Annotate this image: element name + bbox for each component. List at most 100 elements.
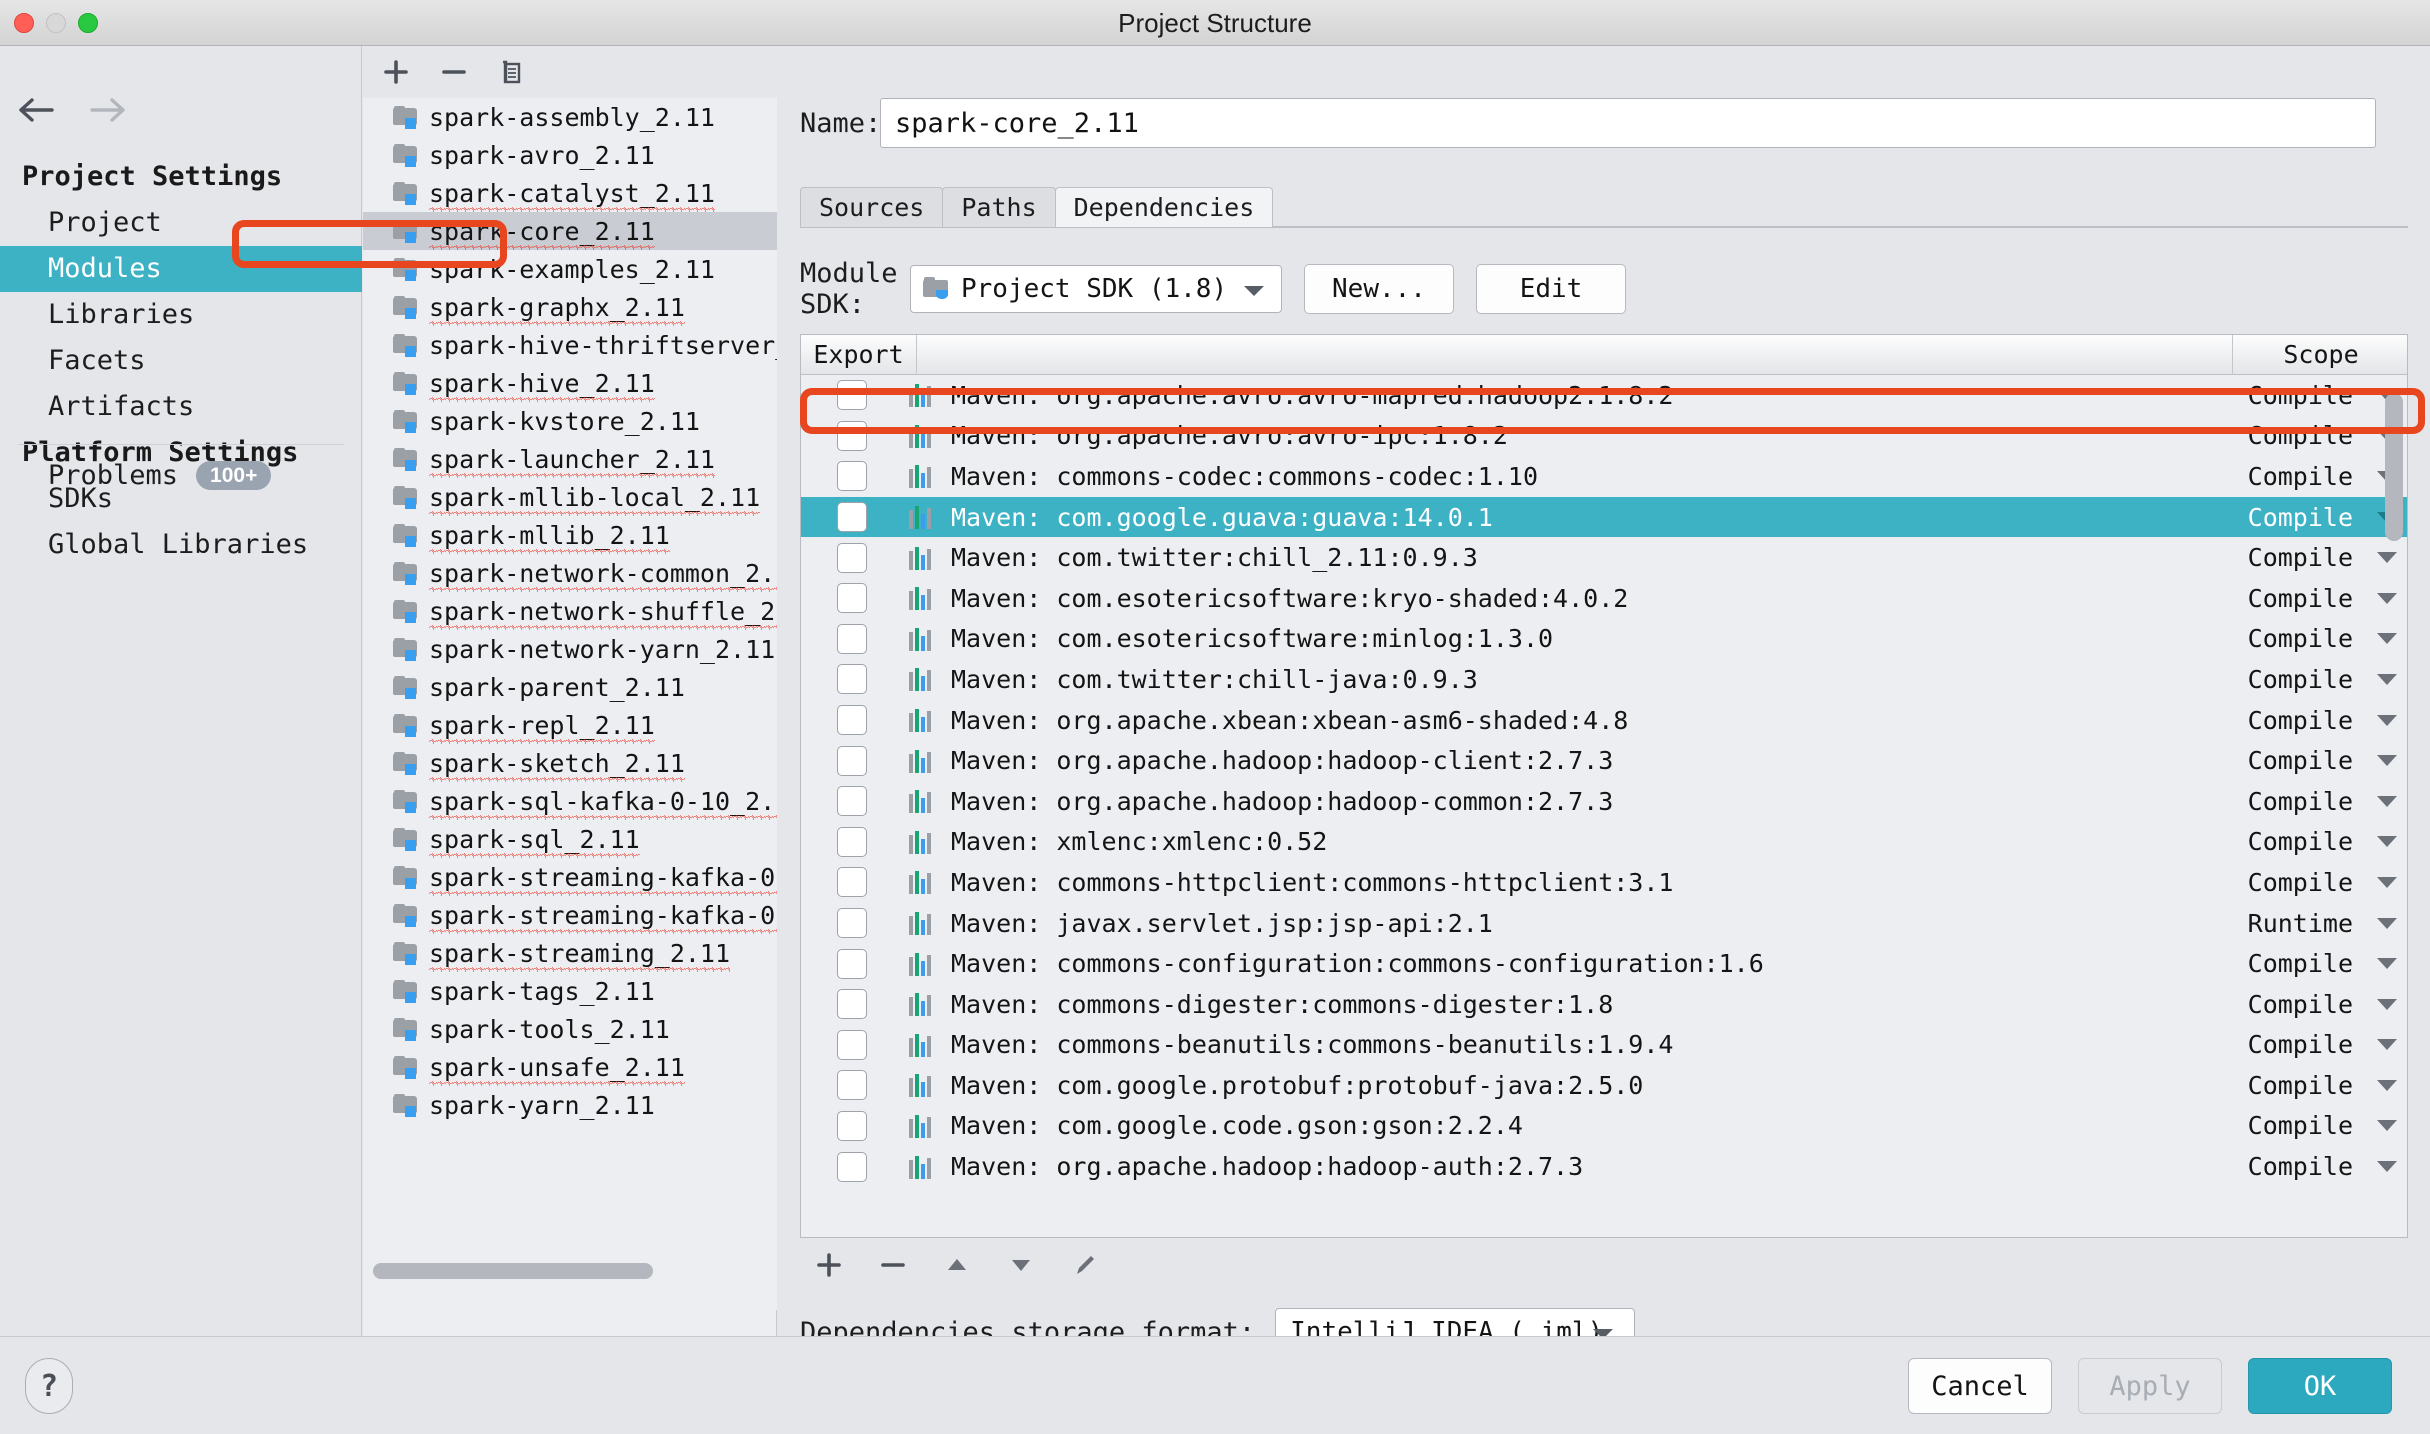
module-list-item[interactable]: spark-streaming-kafka-0-	[363, 896, 777, 934]
edit-pencil-icon[interactable]	[1070, 1250, 1100, 1280]
dependency-row[interactable]: Maven: commons-beanutils:commons-beanuti…	[801, 1025, 2407, 1066]
dependency-row[interactable]: Maven: com.esotericsoftware:kryo-shaded:…	[801, 578, 2407, 619]
module-list-item[interactable]: spark-hive-thriftserver_	[363, 326, 777, 364]
dependency-scope[interactable]: Compile	[2189, 706, 2365, 735]
module-list-item[interactable]: spark-tools_2.11	[363, 1010, 777, 1048]
dependency-scope[interactable]: Compile	[2189, 949, 2365, 978]
module-list-item[interactable]: spark-parent_2.11	[363, 668, 777, 706]
module-list-item[interactable]: spark-mllib_2.11	[363, 516, 777, 554]
dependency-row[interactable]: Maven: xmlenc:xmlenc:0.52 Compile	[801, 822, 2407, 863]
dependencies-vscrollbar-thumb[interactable]	[2385, 393, 2403, 541]
module-list-item[interactable]: spark-hive_2.11	[363, 364, 777, 402]
move-down-icon[interactable]	[1006, 1250, 1036, 1280]
tab-sources[interactable]: Sources	[800, 187, 944, 227]
module-list-item[interactable]: spark-kvstore_2.11	[363, 402, 777, 440]
dependency-scope[interactable]: Compile	[2189, 746, 2365, 775]
module-list-item[interactable]: spark-network-common_2.1	[363, 554, 777, 592]
move-up-icon[interactable]	[942, 1250, 972, 1280]
sidebar-item-facets[interactable]: Facets	[0, 338, 362, 384]
copy-module-icon[interactable]	[497, 57, 527, 87]
scope-chevron-down-icon[interactable]	[2365, 754, 2407, 767]
edit-sdk-button[interactable]: Edit	[1476, 264, 1626, 314]
add-module-icon[interactable]	[381, 57, 411, 87]
export-checkbox[interactable]	[837, 380, 867, 411]
module-list-item[interactable]: spark-assembly_2.11	[363, 98, 777, 136]
export-checkbox[interactable]	[837, 908, 867, 939]
module-list-item[interactable]: spark-sketch_2.11	[363, 744, 777, 782]
dependency-row[interactable]: Maven: javax.servlet.jsp:jsp-api:2.1 Runt…	[801, 903, 2407, 944]
ok-button[interactable]: OK	[2248, 1358, 2392, 1414]
module-name-input[interactable]	[880, 98, 2376, 148]
help-button[interactable]: ?	[25, 1358, 73, 1414]
export-checkbox[interactable]	[837, 745, 867, 776]
dependency-scope[interactable]: Runtime	[2189, 909, 2365, 938]
scope-chevron-down-icon[interactable]	[2365, 632, 2407, 645]
module-list-scroll[interactable]: spark-assembly_2.11 spark-avro_2.11 spark-…	[363, 98, 777, 1284]
scope-chevron-down-icon[interactable]	[2365, 673, 2407, 686]
dependency-row[interactable]: Maven: commons-digester:commons-digester…	[801, 984, 2407, 1025]
export-checkbox[interactable]	[837, 1029, 867, 1060]
dependency-row[interactable]: Maven: commons-httpclient:commons-httpcl…	[801, 862, 2407, 903]
back-arrow-icon[interactable]	[16, 94, 56, 126]
sidebar-item-libraries[interactable]: Libraries	[0, 292, 362, 338]
chevron-down-icon[interactable]	[1243, 284, 1265, 298]
dependency-scope[interactable]: Compile	[2189, 1030, 2365, 1059]
export-checkbox[interactable]	[837, 786, 867, 817]
dependency-scope[interactable]: Compile	[2189, 827, 2365, 856]
column-header-export[interactable]: Export	[801, 335, 917, 375]
module-list-item[interactable]: spark-sql_2.11	[363, 820, 777, 858]
dependency-scope[interactable]: Compile	[2189, 624, 2365, 653]
module-list-item[interactable]: spark-core_2.11	[363, 212, 777, 250]
scope-chevron-down-icon[interactable]	[2365, 592, 2407, 605]
dependency-row[interactable]: Maven: com.google.guava:guava:14.0.1 Comp…	[801, 496, 2407, 538]
export-checkbox[interactable]	[837, 420, 867, 451]
dependency-scope[interactable]: Compile	[2189, 462, 2365, 491]
export-checkbox[interactable]	[837, 623, 867, 654]
module-hscrollbar-track[interactable]	[363, 1263, 777, 1310]
module-list-item[interactable]: spark-mllib-local_2.11	[363, 478, 777, 516]
module-list-item[interactable]: spark-yarn_2.11	[363, 1086, 777, 1124]
scope-chevron-down-icon[interactable]	[2365, 917, 2407, 930]
tab-paths[interactable]: Paths	[942, 187, 1056, 227]
module-list-item[interactable]: spark-network-shuffle_2.	[363, 592, 777, 630]
dependency-row[interactable]: Maven: commons-configuration:commons-con…	[801, 943, 2407, 984]
module-list-item[interactable]: spark-avro_2.11	[363, 136, 777, 174]
export-checkbox[interactable]	[837, 583, 867, 614]
module-list-item[interactable]: spark-launcher_2.11	[363, 440, 777, 478]
remove-dependency-icon[interactable]	[878, 1250, 908, 1280]
dependency-row[interactable]: Maven: com.twitter:chill-java:0.9.3 Compi…	[801, 659, 2407, 700]
scope-chevron-down-icon[interactable]	[2365, 957, 2407, 970]
dependency-scope[interactable]: Compile	[2189, 787, 2365, 816]
dependency-scope[interactable]: Compile	[2189, 868, 2365, 897]
dependency-scope[interactable]: Compile	[2189, 584, 2365, 613]
column-header-name[interactable]	[917, 335, 2233, 375]
sidebar-item-global-libraries[interactable]: Global Libraries	[0, 522, 362, 568]
export-checkbox[interactable]	[837, 826, 867, 857]
scope-chevron-down-icon[interactable]	[2365, 1160, 2407, 1173]
scope-chevron-down-icon[interactable]	[2365, 998, 2407, 1011]
module-list-item[interactable]: spark-streaming_2.11	[363, 934, 777, 972]
module-list-item[interactable]: spark-catalyst_2.11	[363, 174, 777, 212]
export-checkbox[interactable]	[837, 867, 867, 898]
scope-chevron-down-icon[interactable]	[2365, 1079, 2407, 1092]
column-header-scope[interactable]: Scope	[2233, 335, 2407, 375]
module-list-item[interactable]: spark-tags_2.11	[363, 972, 777, 1010]
sidebar-item-modules[interactable]: Modules	[0, 246, 362, 292]
dependency-row[interactable]: Maven: com.twitter:chill_2.11:0.9.3 Compi…	[801, 537, 2407, 578]
dependency-scope[interactable]: Compile	[2189, 381, 2365, 410]
dependency-row[interactable]: Maven: org.apache.hadoop:hadoop-common:2…	[801, 781, 2407, 822]
dependency-scope[interactable]: Compile	[2189, 1152, 2365, 1181]
module-sdk-dropdown[interactable]: Project SDK (1.8)	[910, 265, 1282, 313]
cancel-button[interactable]: Cancel	[1908, 1358, 2052, 1414]
scope-chevron-down-icon[interactable]	[2365, 876, 2407, 889]
sidebar-item-artifacts[interactable]: Artifacts	[0, 384, 362, 430]
dependency-scope[interactable]: Compile	[2189, 543, 2365, 572]
dependency-scope[interactable]: Compile	[2189, 990, 2365, 1019]
scope-chevron-down-icon[interactable]	[2365, 551, 2407, 564]
dependency-row[interactable]: Maven: org.apache.hadoop:hadoop-client:2…	[801, 740, 2407, 781]
export-checkbox[interactable]	[837, 542, 867, 573]
dependency-scope[interactable]: Compile	[2189, 1111, 2365, 1140]
dependency-scope[interactable]: Compile	[2189, 503, 2365, 532]
remove-module-icon[interactable]	[439, 57, 469, 87]
export-checkbox[interactable]	[837, 1110, 867, 1141]
